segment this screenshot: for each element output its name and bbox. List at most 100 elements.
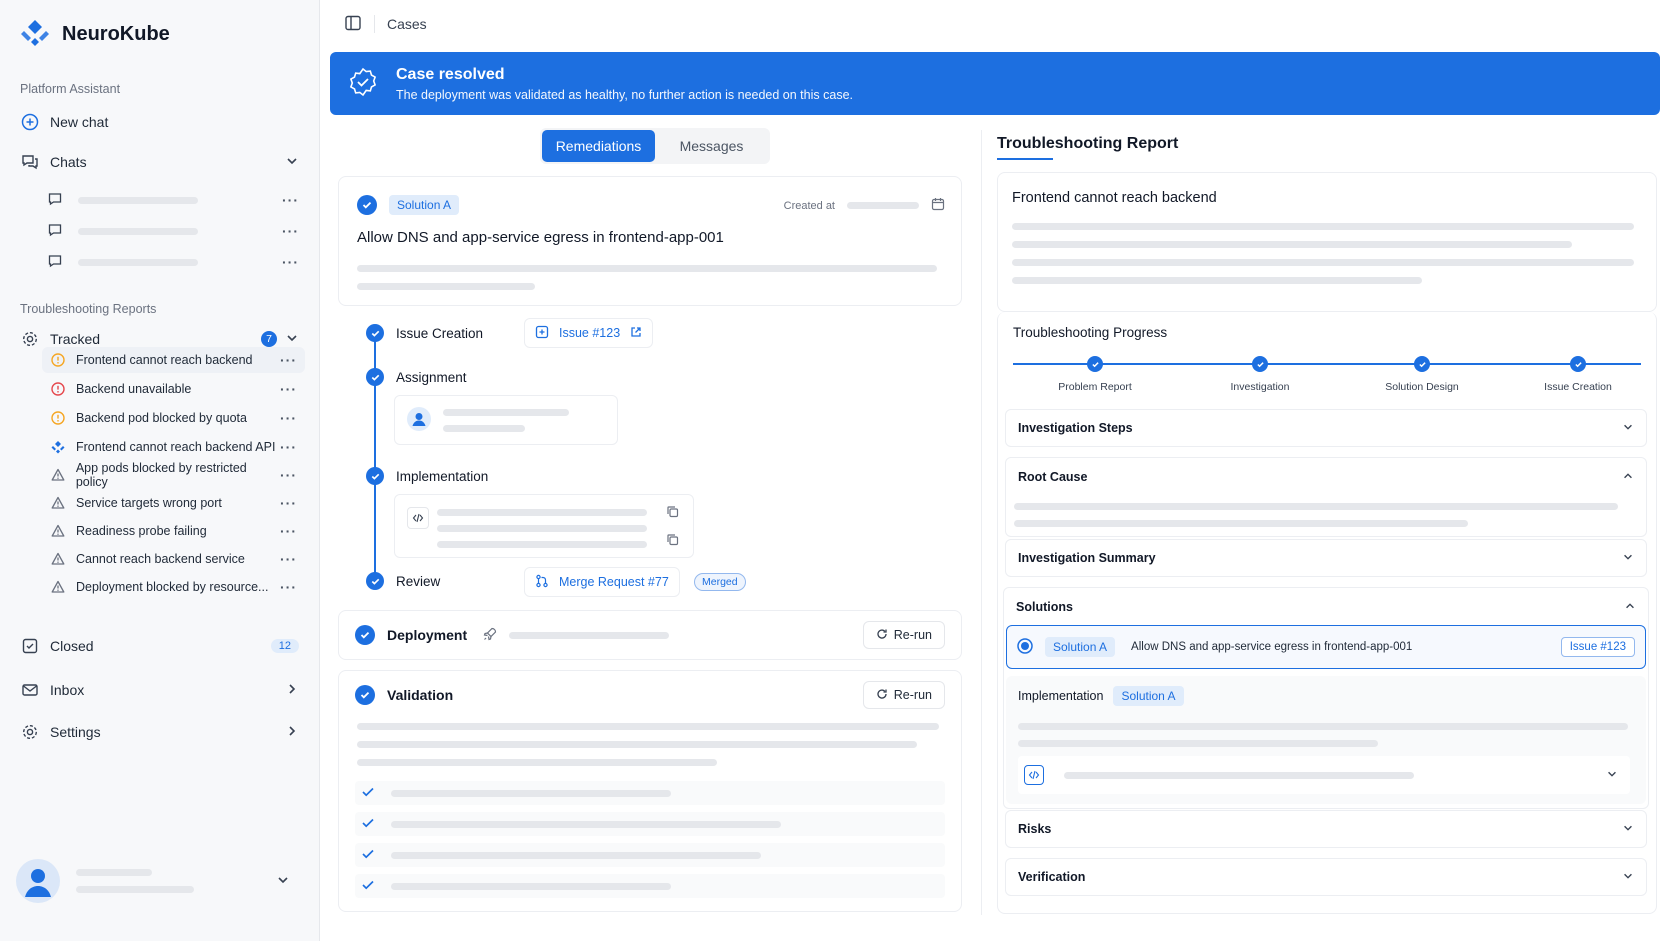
solution-option[interactable]: Solution A Allow DNS and app-service egr…: [1006, 625, 1646, 669]
rerun-validation-button[interactable]: Re-run: [862, 681, 945, 709]
more-icon[interactable]: ···: [280, 551, 297, 567]
code-snippet-row[interactable]: [1018, 756, 1630, 794]
sidebar-report-label: Service targets wrong port: [76, 496, 222, 510]
deployment-status-placeholder: [509, 631, 670, 639]
more-icon[interactable]: ···: [280, 467, 297, 483]
more-icon[interactable]: ···: [280, 579, 297, 595]
new-chat-button[interactable]: New chat: [20, 108, 299, 136]
check-circle-icon: [355, 625, 375, 645]
chat-title-placeholder: [78, 258, 198, 266]
progress-step-dot: [1087, 356, 1103, 372]
message-icon: [48, 254, 62, 271]
chats-toggle[interactable]: Chats: [20, 148, 299, 176]
progress-step-dot: [1252, 356, 1268, 372]
tab-messages[interactable]: Messages: [655, 130, 768, 162]
sidebar-report-item[interactable]: Readiness probe failing ···: [42, 518, 305, 544]
rerun-deployment-button[interactable]: Re-run: [862, 621, 945, 649]
triangle-alert-icon: [50, 523, 66, 539]
more-icon[interactable]: ···: [280, 352, 297, 368]
more-icon[interactable]: ···: [280, 523, 297, 539]
sidebar-report-label: Backend pod blocked by quota: [76, 411, 247, 425]
breadcrumb[interactable]: Cases: [387, 16, 427, 32]
solutions-header[interactable]: Solutions: [1004, 588, 1648, 626]
tracked-count-badge: 7: [261, 331, 277, 347]
sidebar-report-label: Frontend cannot reach backend: [76, 353, 253, 367]
accordion-investigation-summary[interactable]: Investigation Summary: [1005, 539, 1647, 577]
chevron-down-icon: [1606, 768, 1618, 783]
accordion-label: Solutions: [1016, 600, 1073, 614]
root-cause-placeholder: [1014, 503, 1618, 510]
summary-placeholder: [1012, 277, 1422, 284]
chat-item[interactable]: ···: [48, 251, 299, 273]
code-placeholder: [1064, 771, 1414, 779]
brand[interactable]: NeuroKube: [20, 18, 170, 51]
sidebar-report-item[interactable]: Cannot reach backend service ···: [42, 546, 305, 572]
solution-issue-link[interactable]: Issue #123: [1560, 637, 1635, 657]
validation-check-row: [355, 843, 945, 867]
chevron-up-icon: [1622, 470, 1634, 485]
more-icon[interactable]: ···: [280, 495, 297, 511]
sidebar-report-item[interactable]: Deployment blocked by resource... ···: [42, 574, 305, 600]
step-label: Issue Creation: [396, 325, 484, 341]
case-summary-card: Frontend cannot reach backend: [997, 172, 1657, 312]
more-icon[interactable]: ···: [282, 192, 299, 208]
more-icon[interactable]: ···: [282, 223, 299, 239]
chat-item[interactable]: ···: [48, 220, 299, 242]
copy-icon[interactable]: [666, 505, 679, 521]
sidebar-report-item[interactable]: Service targets wrong port ···: [42, 490, 305, 516]
solution-title: Allow DNS and app-service egress in fron…: [357, 229, 724, 246]
user-menu[interactable]: [16, 851, 300, 911]
summary-placeholder: [1012, 259, 1634, 266]
sidebar-report-item[interactable]: Backend pod blocked by quota ···: [42, 405, 305, 431]
check-icon: [361, 785, 375, 802]
accordion-investigation-steps[interactable]: Investigation Steps: [1005, 409, 1647, 447]
step-assignment: Assignment: [366, 368, 467, 386]
more-icon[interactable]: ···: [280, 439, 297, 455]
more-icon[interactable]: ···: [280, 410, 297, 426]
troubleshooting-reports-label: Troubleshooting Reports: [20, 302, 157, 316]
sidebar-report-item[interactable]: Backend unavailable ···: [42, 376, 305, 402]
merge-request-link[interactable]: Merge Request #77: [524, 567, 680, 597]
closed-toggle[interactable]: Closed 12: [20, 632, 299, 660]
deployment-card: Deployment Re-run: [338, 610, 962, 660]
more-icon[interactable]: ···: [282, 254, 299, 270]
copy-icon[interactable]: [666, 533, 679, 549]
step-label: Implementation: [396, 468, 489, 484]
solution-card: Solution A Created at Allow DNS and app-…: [338, 176, 962, 306]
sidebar-report-item[interactable]: Frontend cannot reach backend ···: [42, 347, 305, 373]
chevron-down-icon: [276, 873, 290, 890]
more-icon[interactable]: ···: [280, 381, 297, 397]
error-circle-icon: [50, 381, 66, 397]
code-icon: [1024, 765, 1044, 785]
radio-selected-icon[interactable]: [1017, 637, 1033, 657]
check-text-placeholder: [391, 851, 761, 859]
issue-icon: [535, 325, 549, 342]
tab-remediations[interactable]: Remediations: [542, 130, 655, 162]
sidebar-toggle-icon[interactable]: [344, 14, 362, 35]
issue-link[interactable]: Issue #123: [524, 318, 654, 348]
chats-icon: [20, 152, 40, 172]
settings-link[interactable]: Settings: [20, 718, 299, 746]
report-title: Troubleshooting Report: [997, 135, 1179, 152]
accordion-label: Investigation Summary: [1018, 551, 1156, 565]
accordion-risks[interactable]: Risks: [1005, 810, 1647, 848]
mail-icon: [20, 680, 40, 700]
sidebar-report-item[interactable]: Frontend cannot reach backend API ···: [42, 434, 305, 460]
summary-placeholder: [1012, 223, 1634, 230]
accordion-root-cause: Root Cause: [1005, 457, 1647, 537]
check-icon: [361, 847, 375, 864]
progress-step-label: Problem Report: [1058, 381, 1132, 393]
assignee-name-placeholder: [443, 408, 569, 416]
sidebar-report-item[interactable]: App pods blocked by restricted policy ···: [42, 461, 305, 489]
step-label: Review: [396, 573, 441, 589]
avatar: [16, 859, 60, 903]
check-circle-icon: [366, 368, 384, 386]
created-at-label: Created at: [783, 199, 835, 212]
inbox-link[interactable]: Inbox: [20, 676, 299, 704]
accordion-verification[interactable]: Verification: [1005, 858, 1647, 896]
chat-item[interactable]: ···: [48, 189, 299, 211]
sidebar: NeuroKube Platform Assistant New chat Ch…: [0, 0, 320, 941]
root-cause-header[interactable]: Root Cause: [1006, 458, 1646, 496]
closed-count-badge: 12: [270, 639, 299, 653]
closed-label: Closed: [50, 638, 94, 654]
